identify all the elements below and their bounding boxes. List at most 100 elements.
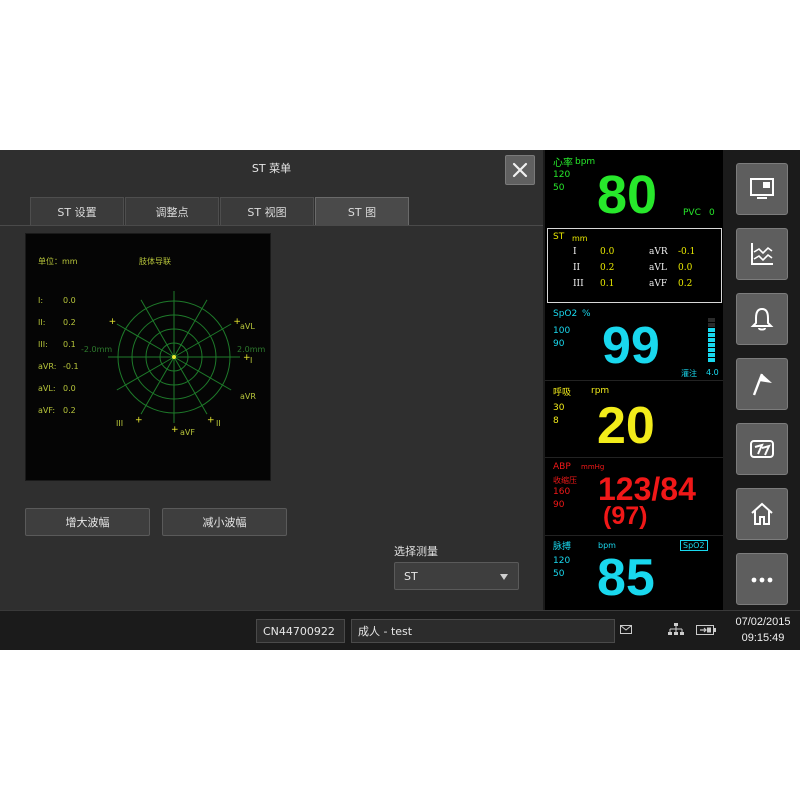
- more-button[interactable]: [736, 553, 788, 605]
- pr-value: 85: [597, 549, 655, 607]
- st-menu-dialog: ST 菜单 ST 设置 调整点 ST 视图 ST 图 + + + + + + 单位：mm …: [0, 150, 543, 610]
- perfusion-value: 4.0: [706, 368, 719, 377]
- polar-grid-spoke: [173, 323, 232, 358]
- axis-label-ii: II: [216, 419, 221, 428]
- lead-value: 0.1: [63, 340, 76, 349]
- divider: [545, 380, 723, 381]
- battery-plug-icon: [696, 625, 716, 635]
- event-flag-icon: [752, 373, 772, 396]
- pr-label: 脉搏: [553, 542, 572, 552]
- abp-label: ABP: [553, 462, 571, 472]
- tab-adjust-points[interactable]: 调整点: [125, 197, 219, 225]
- polar-grid-spoke: [116, 356, 175, 391]
- message-envelope-icon[interactable]: [620, 625, 632, 635]
- pvc-label: PVC: [683, 208, 701, 218]
- st-lead-label: II: [573, 263, 581, 273]
- polar-grid-spoke: [140, 356, 175, 415]
- st-lead-label: aVF: [649, 279, 668, 289]
- axis-label-i: I: [250, 356, 253, 365]
- lead-value: 0.2: [63, 318, 76, 327]
- spo2-value: 99: [602, 317, 660, 375]
- tab-label: ST 设置: [57, 205, 97, 219]
- abp-alarm-high: 160: [553, 487, 571, 497]
- tab-st-view[interactable]: ST 视图: [220, 197, 314, 225]
- measure-select-label: 选择测量: [394, 545, 438, 558]
- lead-name: aVF:: [38, 406, 56, 415]
- network-icon: [668, 623, 684, 635]
- hr-alarm-low: 50: [553, 183, 565, 193]
- st-label: ST: [553, 232, 565, 242]
- freeze-button[interactable]: [736, 423, 788, 475]
- hr-label: 心率: [553, 158, 573, 169]
- tab-label: ST 视图: [247, 205, 287, 219]
- axis-label-avr: aVR: [240, 392, 256, 401]
- lead-row: II: 0.2: [38, 318, 76, 327]
- patient-info-field[interactable]: 成人 - test: [351, 619, 615, 643]
- chevron-down-icon: [500, 574, 508, 580]
- abp-alarm-low: 90: [553, 500, 565, 510]
- polar-grid-spoke: [116, 323, 175, 358]
- screen-layout-button[interactable]: [736, 163, 788, 215]
- event-mark-button[interactable]: [736, 358, 788, 410]
- trend-button[interactable]: [736, 228, 788, 280]
- resp-alarm-high: 30: [553, 403, 565, 413]
- polar-grid-spoke: [173, 356, 208, 415]
- st-lead-label: aVL: [649, 263, 667, 273]
- monitor-screen: ST 菜单 ST 设置 调整点 ST 视图 ST 图 + + + + + + 单位：mm …: [0, 150, 800, 650]
- axis-label-avl: aVL: [240, 322, 255, 331]
- lead-row: aVF: 0.2: [38, 406, 76, 415]
- measure-select-value: ST: [404, 569, 418, 583]
- home-button[interactable]: [736, 488, 788, 540]
- polar-grid-spoke: [140, 299, 175, 358]
- pr-alarm-low: 50: [553, 569, 565, 579]
- st-tile[interactable]: ST mm I 0.0 aVR -0.1 II 0.2 aVL 0.0 III …: [547, 228, 722, 303]
- pr-alarm-high: 120: [553, 556, 571, 566]
- st-vector-point: [172, 355, 176, 359]
- lead-row: aVR: -0.1: [38, 362, 79, 371]
- tab-divider: [0, 225, 543, 226]
- st-lead-label: I: [573, 247, 577, 257]
- lead-name: aVR:: [38, 362, 57, 371]
- pvc-value: 0: [709, 208, 715, 218]
- tab-st-graph[interactable]: ST 图: [315, 197, 409, 225]
- perfusion-bar-segment: [708, 348, 715, 352]
- spo2-unit: %: [582, 309, 591, 319]
- graph-unit: 单位：mm: [38, 257, 78, 266]
- decrease-amplitude-button[interactable]: 减小波幅: [162, 508, 287, 536]
- resp-value: 20: [597, 397, 655, 455]
- perfusion-bar-segment: [708, 343, 715, 347]
- close-button[interactable]: [505, 155, 535, 185]
- abp-value: 123/84: [598, 471, 696, 507]
- lead-value: 0.0: [63, 296, 76, 305]
- tab-label: ST 图: [347, 205, 377, 219]
- divider: [545, 457, 723, 458]
- increase-amplitude-button[interactable]: 增大波幅: [25, 508, 150, 536]
- lead-value: 0.0: [63, 384, 76, 393]
- perfusion-bar: [708, 318, 715, 364]
- resp-unit: rpm: [591, 386, 610, 396]
- perfusion-label: 灌注: [681, 369, 697, 378]
- st-polar-graph: ++++ ++: [108, 291, 251, 435]
- vital-parameters-panel: 心率 bpm 120 50 80 PVC 0 ST mm I 0.0 aVR -…: [545, 150, 723, 610]
- quick-keys-sidebar: [723, 150, 800, 610]
- perfusion-bar-segment: [708, 338, 715, 342]
- divider: [545, 535, 723, 536]
- lead-row: aVL: 0.0: [38, 384, 76, 393]
- alarm-button[interactable]: [736, 293, 788, 345]
- measure-select[interactable]: ST: [394, 562, 519, 590]
- hr-unit: bpm: [575, 157, 596, 167]
- graph-lead-group: 肢体导联: [139, 257, 171, 266]
- perfusion-bar-segment: [708, 358, 715, 362]
- scale-left-label: -2.0mm: [81, 345, 113, 354]
- spo2-alarm-high: 100: [553, 326, 571, 336]
- button-label: 增大波幅: [65, 516, 110, 529]
- button-label: 减小波幅: [202, 516, 247, 529]
- st-lead-value: 0.0: [678, 263, 693, 273]
- polar-grid-spoke: [173, 299, 208, 358]
- tab-st-settings[interactable]: ST 设置: [30, 197, 124, 225]
- home-icon: [751, 502, 773, 525]
- perfusion-bar-segment: [708, 328, 715, 332]
- device-id-field[interactable]: CN44700922: [256, 619, 345, 643]
- lead-name: II:: [38, 318, 46, 327]
- hr-alarm-high: 120: [553, 170, 571, 180]
